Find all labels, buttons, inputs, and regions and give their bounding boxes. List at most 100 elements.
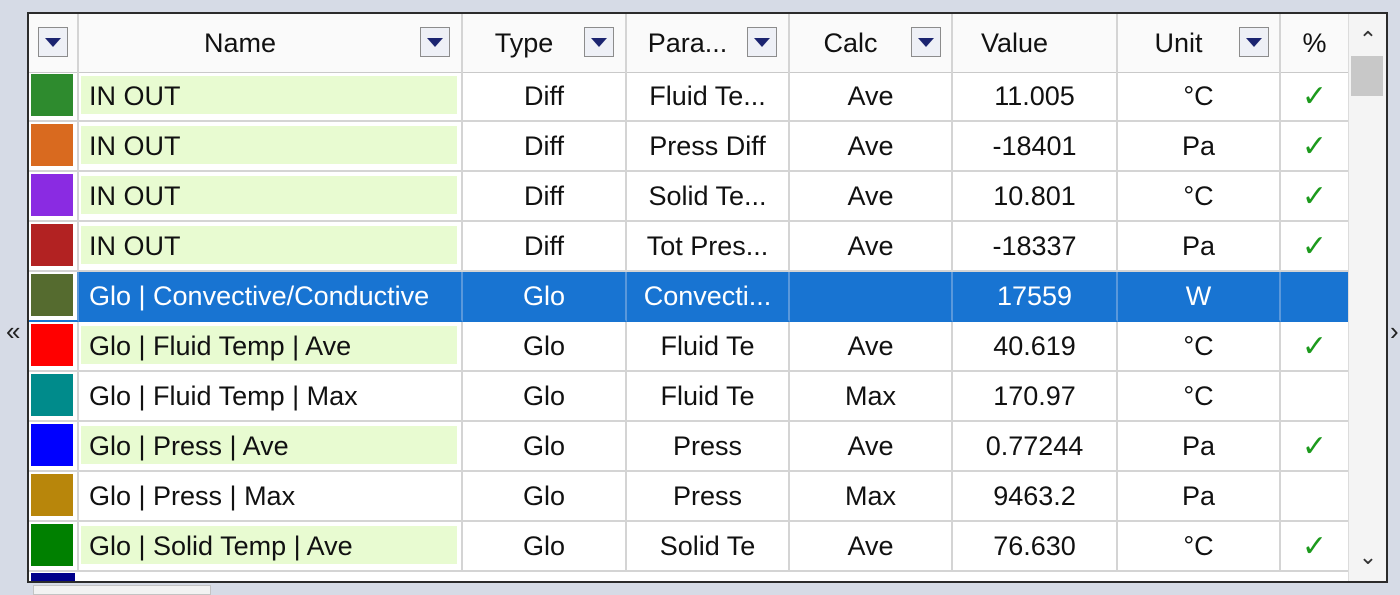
color-swatch-cell (29, 172, 79, 222)
name-text: IN OUT (89, 230, 181, 261)
checkmark-icon[interactable]: ✓ (1302, 79, 1327, 114)
percent-cell: ✓ (1281, 172, 1348, 222)
percent-cell (1281, 372, 1348, 422)
table-row[interactable]: Glo | Fluid Temp | Max Glo Fluid Te Max 170.… (29, 372, 1348, 422)
calc-text: Ave (847, 80, 894, 111)
header-param[interactable]: Para... (627, 14, 790, 72)
checkmark-icon[interactable]: ✓ (1302, 529, 1327, 564)
table-row[interactable]: Glo | Convective/Conductive Glo Convecti..… (29, 272, 1348, 322)
table-row[interactable]: IN OUT Diff Press Diff Ave -18401 Pa ✓ (29, 122, 1348, 172)
value-text: -18337 (992, 230, 1077, 261)
chevron-right-icon[interactable]: › (1390, 316, 1399, 347)
type-text: Glo (522, 480, 566, 511)
table-row[interactable]: Glo | Press | Max Glo Press Max 9463.2 Pa (29, 472, 1348, 522)
value-cell: 76.630 (953, 522, 1118, 572)
checkmark-icon[interactable]: ✓ (1302, 329, 1327, 364)
param-cell: Convecti... (627, 272, 790, 322)
table-row[interactable]: Glo | Fluid Temp | Ave Glo Fluid Te Ave 40.6… (29, 322, 1348, 372)
double-chevron-left-icon[interactable]: « (6, 316, 20, 347)
unit-cell: W (1118, 272, 1281, 322)
type-cell: Diff (463, 222, 627, 272)
name-cell: Glo | Fluid Temp | Max (79, 372, 463, 422)
color-swatch[interactable] (31, 374, 73, 416)
type-cell: Glo (463, 472, 627, 522)
unit-cell: °C (1118, 372, 1281, 422)
table-row-partial (29, 573, 1348, 581)
color-swatch-cell (29, 522, 79, 572)
name-text: IN OUT (89, 130, 181, 161)
name-cell: IN OUT (79, 172, 463, 222)
type-filter-dropdown-icon[interactable] (584, 27, 614, 57)
checkmark-icon[interactable]: ✓ (1302, 129, 1327, 164)
name-cell: Glo | Solid Temp | Ave (79, 522, 463, 572)
name-text: IN OUT (89, 80, 181, 111)
color-swatch[interactable] (31, 74, 73, 116)
param-cell: Press (627, 422, 790, 472)
color-swatch (31, 573, 75, 581)
header-unit[interactable]: Unit (1118, 14, 1281, 72)
unit-filter-dropdown-icon[interactable] (1239, 27, 1269, 57)
color-swatch-cell (29, 272, 79, 322)
table-row[interactable]: Glo | Press | Ave Glo Press Ave 0.77244 Pa ✓ (29, 422, 1348, 472)
header-unit-label: Unit (1154, 27, 1203, 58)
color-column-dropdown-icon[interactable] (38, 27, 68, 57)
table-row[interactable]: IN OUT Diff Solid Te... Ave 10.801 °C ✓ (29, 172, 1348, 222)
percent-cell (1281, 472, 1348, 522)
color-swatch[interactable] (31, 474, 73, 516)
table-row[interactable]: IN OUT Diff Tot Pres... Ave -18337 Pa ✓ (29, 222, 1348, 272)
header-calc[interactable]: Calc (790, 14, 953, 72)
value-text: 170.97 (993, 380, 1076, 411)
unit-text: Pa (1181, 430, 1216, 461)
header-type-label: Type (494, 27, 554, 58)
color-swatch[interactable] (31, 524, 73, 566)
color-swatch[interactable] (31, 124, 73, 166)
color-swatch[interactable] (31, 424, 73, 466)
color-swatch[interactable] (31, 224, 73, 266)
checkmark-icon[interactable]: ✓ (1302, 429, 1327, 464)
value-cell: 10.801 (953, 172, 1118, 222)
param-cell: Tot Pres... (627, 222, 790, 272)
results-table-panel: Name Type Para... Calc Value Unit % IN O… (27, 12, 1388, 583)
percent-cell: ✓ (1281, 222, 1348, 272)
header-value-label: Value (980, 27, 1049, 58)
param-text: Fluid Te (660, 380, 755, 411)
checkmark-icon[interactable]: ✓ (1302, 179, 1327, 214)
name-text: Glo | Press | Max (89, 480, 296, 511)
header-percent[interactable]: % (1281, 14, 1348, 72)
color-swatch[interactable] (31, 174, 73, 216)
calc-cell: Ave (790, 322, 953, 372)
header-name[interactable]: Name (79, 14, 463, 72)
header-type[interactable]: Type (463, 14, 627, 72)
chevron-up-icon[interactable]: ⌃ (1349, 20, 1386, 60)
table-row[interactable]: IN OUT Diff Fluid Te... Ave 11.005 °C ✓ (29, 72, 1348, 122)
color-swatch[interactable] (31, 274, 73, 316)
calc-filter-dropdown-icon[interactable] (911, 27, 941, 57)
calc-text: Ave (847, 130, 894, 161)
calc-cell (790, 272, 953, 322)
value-cell: 17559 (953, 272, 1118, 322)
percent-cell: ✓ (1281, 122, 1348, 172)
vertical-scrollbar[interactable]: ⌃ ⌄ (1348, 14, 1386, 581)
calc-cell: Ave (790, 122, 953, 172)
unit-text: Pa (1181, 130, 1216, 161)
type-text: Glo (522, 530, 566, 561)
name-filter-dropdown-icon[interactable] (420, 27, 450, 57)
type-text: Glo (522, 280, 566, 311)
scrollbar-thumb[interactable] (1351, 56, 1383, 96)
color-swatch-cell (29, 472, 79, 522)
checkmark-icon[interactable]: ✓ (1302, 229, 1327, 264)
type-text: Glo (522, 330, 566, 361)
table-row[interactable]: Glo | Solid Temp | Ave Glo Solid Te Ave 76.6… (29, 522, 1348, 572)
type-cell: Glo (463, 372, 627, 422)
param-text: Press (672, 480, 743, 511)
param-text: Fluid Te (660, 330, 755, 361)
chevron-down-icon[interactable]: ⌄ (1349, 537, 1386, 577)
header-value[interactable]: Value (953, 14, 1118, 72)
calc-cell: Ave (790, 172, 953, 222)
color-swatch[interactable] (31, 324, 73, 366)
horizontal-scrollbar-thumb[interactable] (33, 585, 211, 595)
param-filter-dropdown-icon[interactable] (747, 27, 777, 57)
calc-text: Max (844, 480, 896, 511)
percent-cell: ✓ (1281, 522, 1348, 572)
name-cell: Glo | Fluid Temp | Ave (79, 322, 463, 372)
